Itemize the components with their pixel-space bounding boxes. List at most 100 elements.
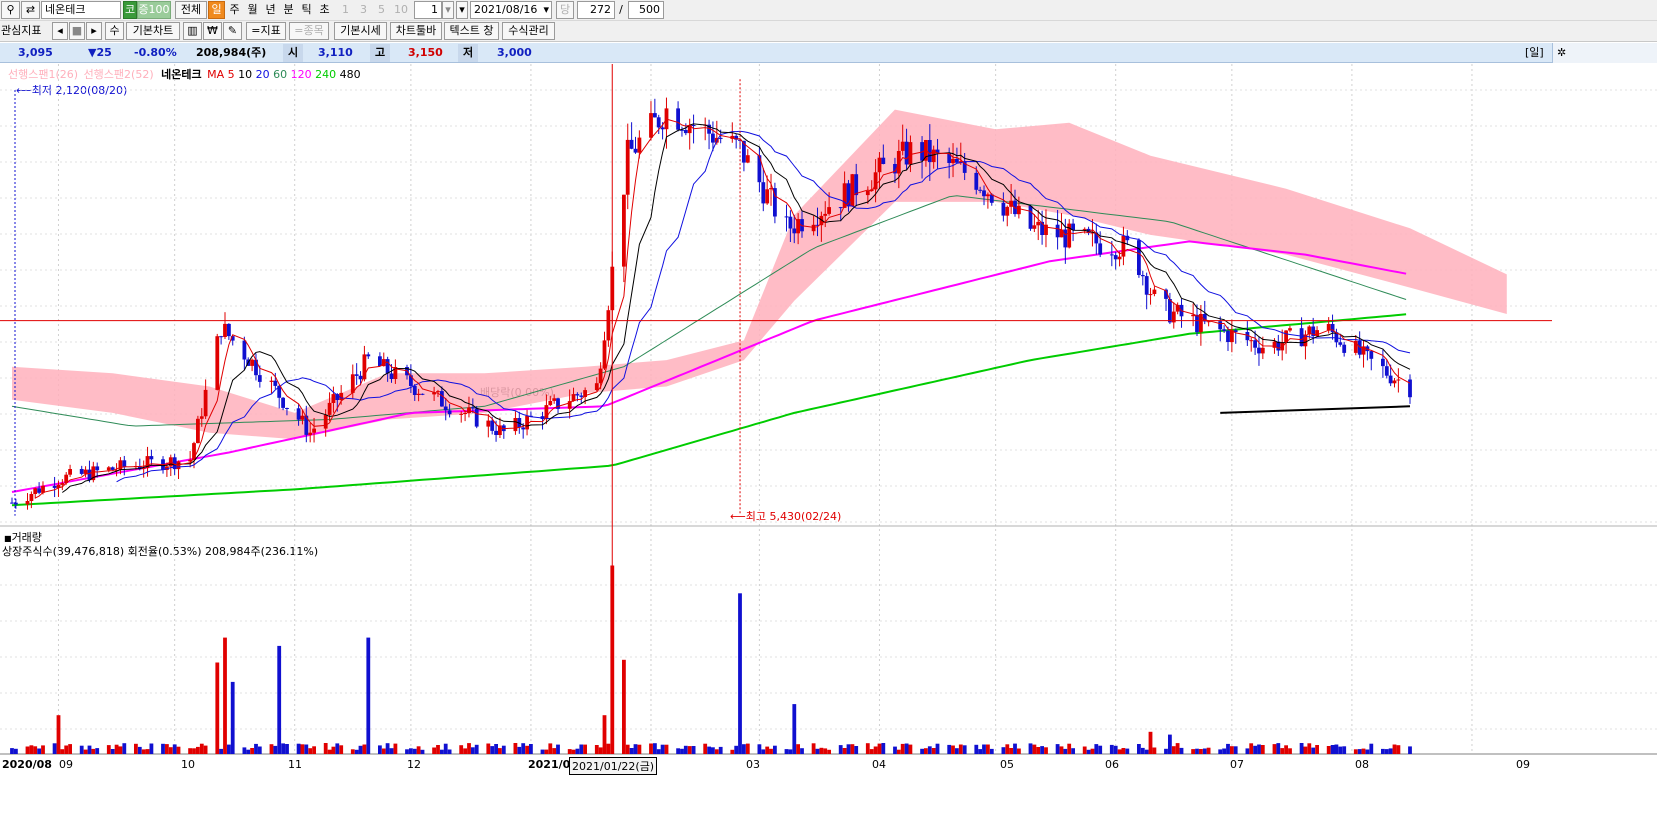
won-tool[interactable]: ₩ bbox=[203, 22, 222, 40]
candle-body bbox=[540, 416, 545, 419]
volume-bar bbox=[79, 745, 84, 754]
indicator-button[interactable]: =지표 bbox=[246, 22, 286, 40]
price-chart[interactable] bbox=[0, 0, 1657, 816]
minute-10-button[interactable]: 10 bbox=[391, 1, 411, 19]
period-tick-button[interactable]: 틱 bbox=[298, 1, 315, 19]
candle-body bbox=[676, 108, 680, 130]
volume-bar bbox=[800, 748, 804, 754]
date-toggle[interactable]: ▾ bbox=[456, 1, 468, 19]
volume-bar bbox=[896, 749, 901, 754]
date-side-button[interactable]: 당 bbox=[556, 1, 574, 19]
volume-bar bbox=[877, 743, 882, 754]
candle-body bbox=[683, 130, 688, 134]
date-axis-month: 08 bbox=[1355, 758, 1369, 771]
candle-body bbox=[730, 135, 735, 139]
candle-body bbox=[358, 375, 363, 380]
volume-bar bbox=[1191, 749, 1195, 754]
date-axis-month: 03 bbox=[746, 758, 760, 771]
volume-bar bbox=[188, 748, 192, 754]
candle-body bbox=[1195, 314, 1199, 333]
item-button[interactable]: =종목 bbox=[289, 22, 329, 40]
volume-bar bbox=[974, 744, 979, 754]
volume-bar bbox=[869, 749, 874, 754]
formula-manage-button[interactable]: 수식관리 bbox=[502, 22, 555, 40]
volume-bar bbox=[649, 743, 653, 754]
cursor-date-label: 2021/01/22(금) bbox=[569, 757, 658, 775]
candle-body bbox=[1381, 358, 1385, 367]
volume-bar bbox=[420, 749, 425, 754]
candle-body bbox=[467, 407, 471, 413]
volume-bar bbox=[1365, 749, 1370, 754]
text-window-button[interactable]: 텍스트 창 bbox=[444, 22, 499, 40]
volume-bar bbox=[366, 637, 371, 754]
nav-stop-button[interactable]: ■ bbox=[69, 22, 85, 40]
date-input[interactable]: 2021/08/16 ▾ bbox=[470, 1, 552, 19]
settings-button[interactable]: ✲ bbox=[1552, 43, 1657, 63]
candle-body bbox=[1005, 206, 1010, 216]
period-year-button[interactable]: 년 bbox=[262, 1, 279, 19]
volume-bar bbox=[304, 744, 309, 754]
date-axis-month: 09 bbox=[1516, 758, 1530, 771]
volume-bar bbox=[1036, 747, 1041, 754]
volume-bar bbox=[920, 748, 924, 754]
wrench-tool[interactable]: ✎ bbox=[223, 22, 242, 40]
chart-toolbar-button[interactable]: 차트툴바 bbox=[390, 22, 442, 40]
candle-body bbox=[25, 501, 30, 505]
unit-dropdown[interactable]: ▾ bbox=[442, 1, 454, 19]
unit-input[interactable]: 1 bbox=[414, 1, 442, 19]
candle-body bbox=[637, 137, 642, 153]
nav-next-button[interactable]: ▸ bbox=[86, 22, 102, 40]
volume-bar bbox=[1392, 744, 1397, 754]
candle-body bbox=[769, 188, 773, 190]
count-total-input[interactable]: 500 bbox=[628, 1, 664, 19]
minute-3-button[interactable]: 3 bbox=[355, 1, 372, 19]
period-minute-button[interactable]: 분 bbox=[280, 1, 297, 19]
candle-body bbox=[10, 502, 14, 504]
current-price: 3,095 bbox=[18, 46, 53, 59]
candle-body bbox=[339, 392, 344, 400]
bar-chart-tool[interactable]: ▥ bbox=[183, 22, 202, 40]
candle-body bbox=[796, 219, 800, 234]
basic-chart-button[interactable]: 기본차트 bbox=[126, 22, 180, 40]
volume-bar bbox=[134, 743, 138, 754]
search-button[interactable]: ⚲ bbox=[1, 1, 20, 19]
arrow-left-icon: ⟵ bbox=[730, 510, 746, 523]
candle-body bbox=[865, 191, 870, 196]
minute-5-button[interactable]: 5 bbox=[373, 1, 390, 19]
volume-bar bbox=[122, 743, 127, 754]
period-month-button[interactable]: 월 bbox=[244, 1, 261, 19]
period-week-button[interactable]: 주 bbox=[226, 1, 243, 19]
refresh-button[interactable]: ⇄ bbox=[21, 1, 40, 19]
volume-bar bbox=[490, 746, 495, 754]
minute-1-button[interactable]: 1 bbox=[337, 1, 354, 19]
period-day-button[interactable]: 일 bbox=[208, 1, 225, 19]
volume-bar bbox=[1001, 747, 1006, 754]
basic-quote-button[interactable]: 기본시세 bbox=[334, 22, 387, 40]
nav-prev-button[interactable]: ◂ bbox=[52, 22, 68, 40]
indicator-label[interactable]: 관심지표 bbox=[0, 22, 48, 40]
volume-bar bbox=[1148, 731, 1153, 754]
period-second-button[interactable]: 초 bbox=[316, 1, 333, 19]
stock-name-field[interactable]: 네온테크 bbox=[41, 1, 121, 19]
candle-body bbox=[1013, 200, 1017, 215]
candle-body bbox=[811, 224, 816, 232]
volume-bar bbox=[788, 749, 793, 754]
candle-body bbox=[300, 415, 305, 420]
volume-bar bbox=[1009, 748, 1013, 754]
volume-bar bbox=[1028, 743, 1033, 754]
period-all-button[interactable]: 전체 bbox=[175, 1, 207, 19]
volume-bar bbox=[1179, 747, 1184, 754]
volume-bar bbox=[331, 746, 336, 754]
candle-body bbox=[33, 488, 38, 494]
low-price: 3,000 bbox=[497, 46, 532, 59]
candle-body bbox=[1137, 240, 1141, 275]
volume-bar bbox=[900, 743, 905, 754]
volume-bar bbox=[1384, 749, 1389, 754]
candle-body bbox=[1199, 314, 1203, 333]
su-button[interactable]: 수 bbox=[105, 22, 124, 40]
date-value: 2021/08/16 bbox=[474, 3, 538, 16]
count-input[interactable]: 272 bbox=[577, 1, 615, 19]
candle-body bbox=[83, 469, 88, 474]
candle-body bbox=[1148, 294, 1153, 296]
candle-body bbox=[1326, 324, 1331, 331]
